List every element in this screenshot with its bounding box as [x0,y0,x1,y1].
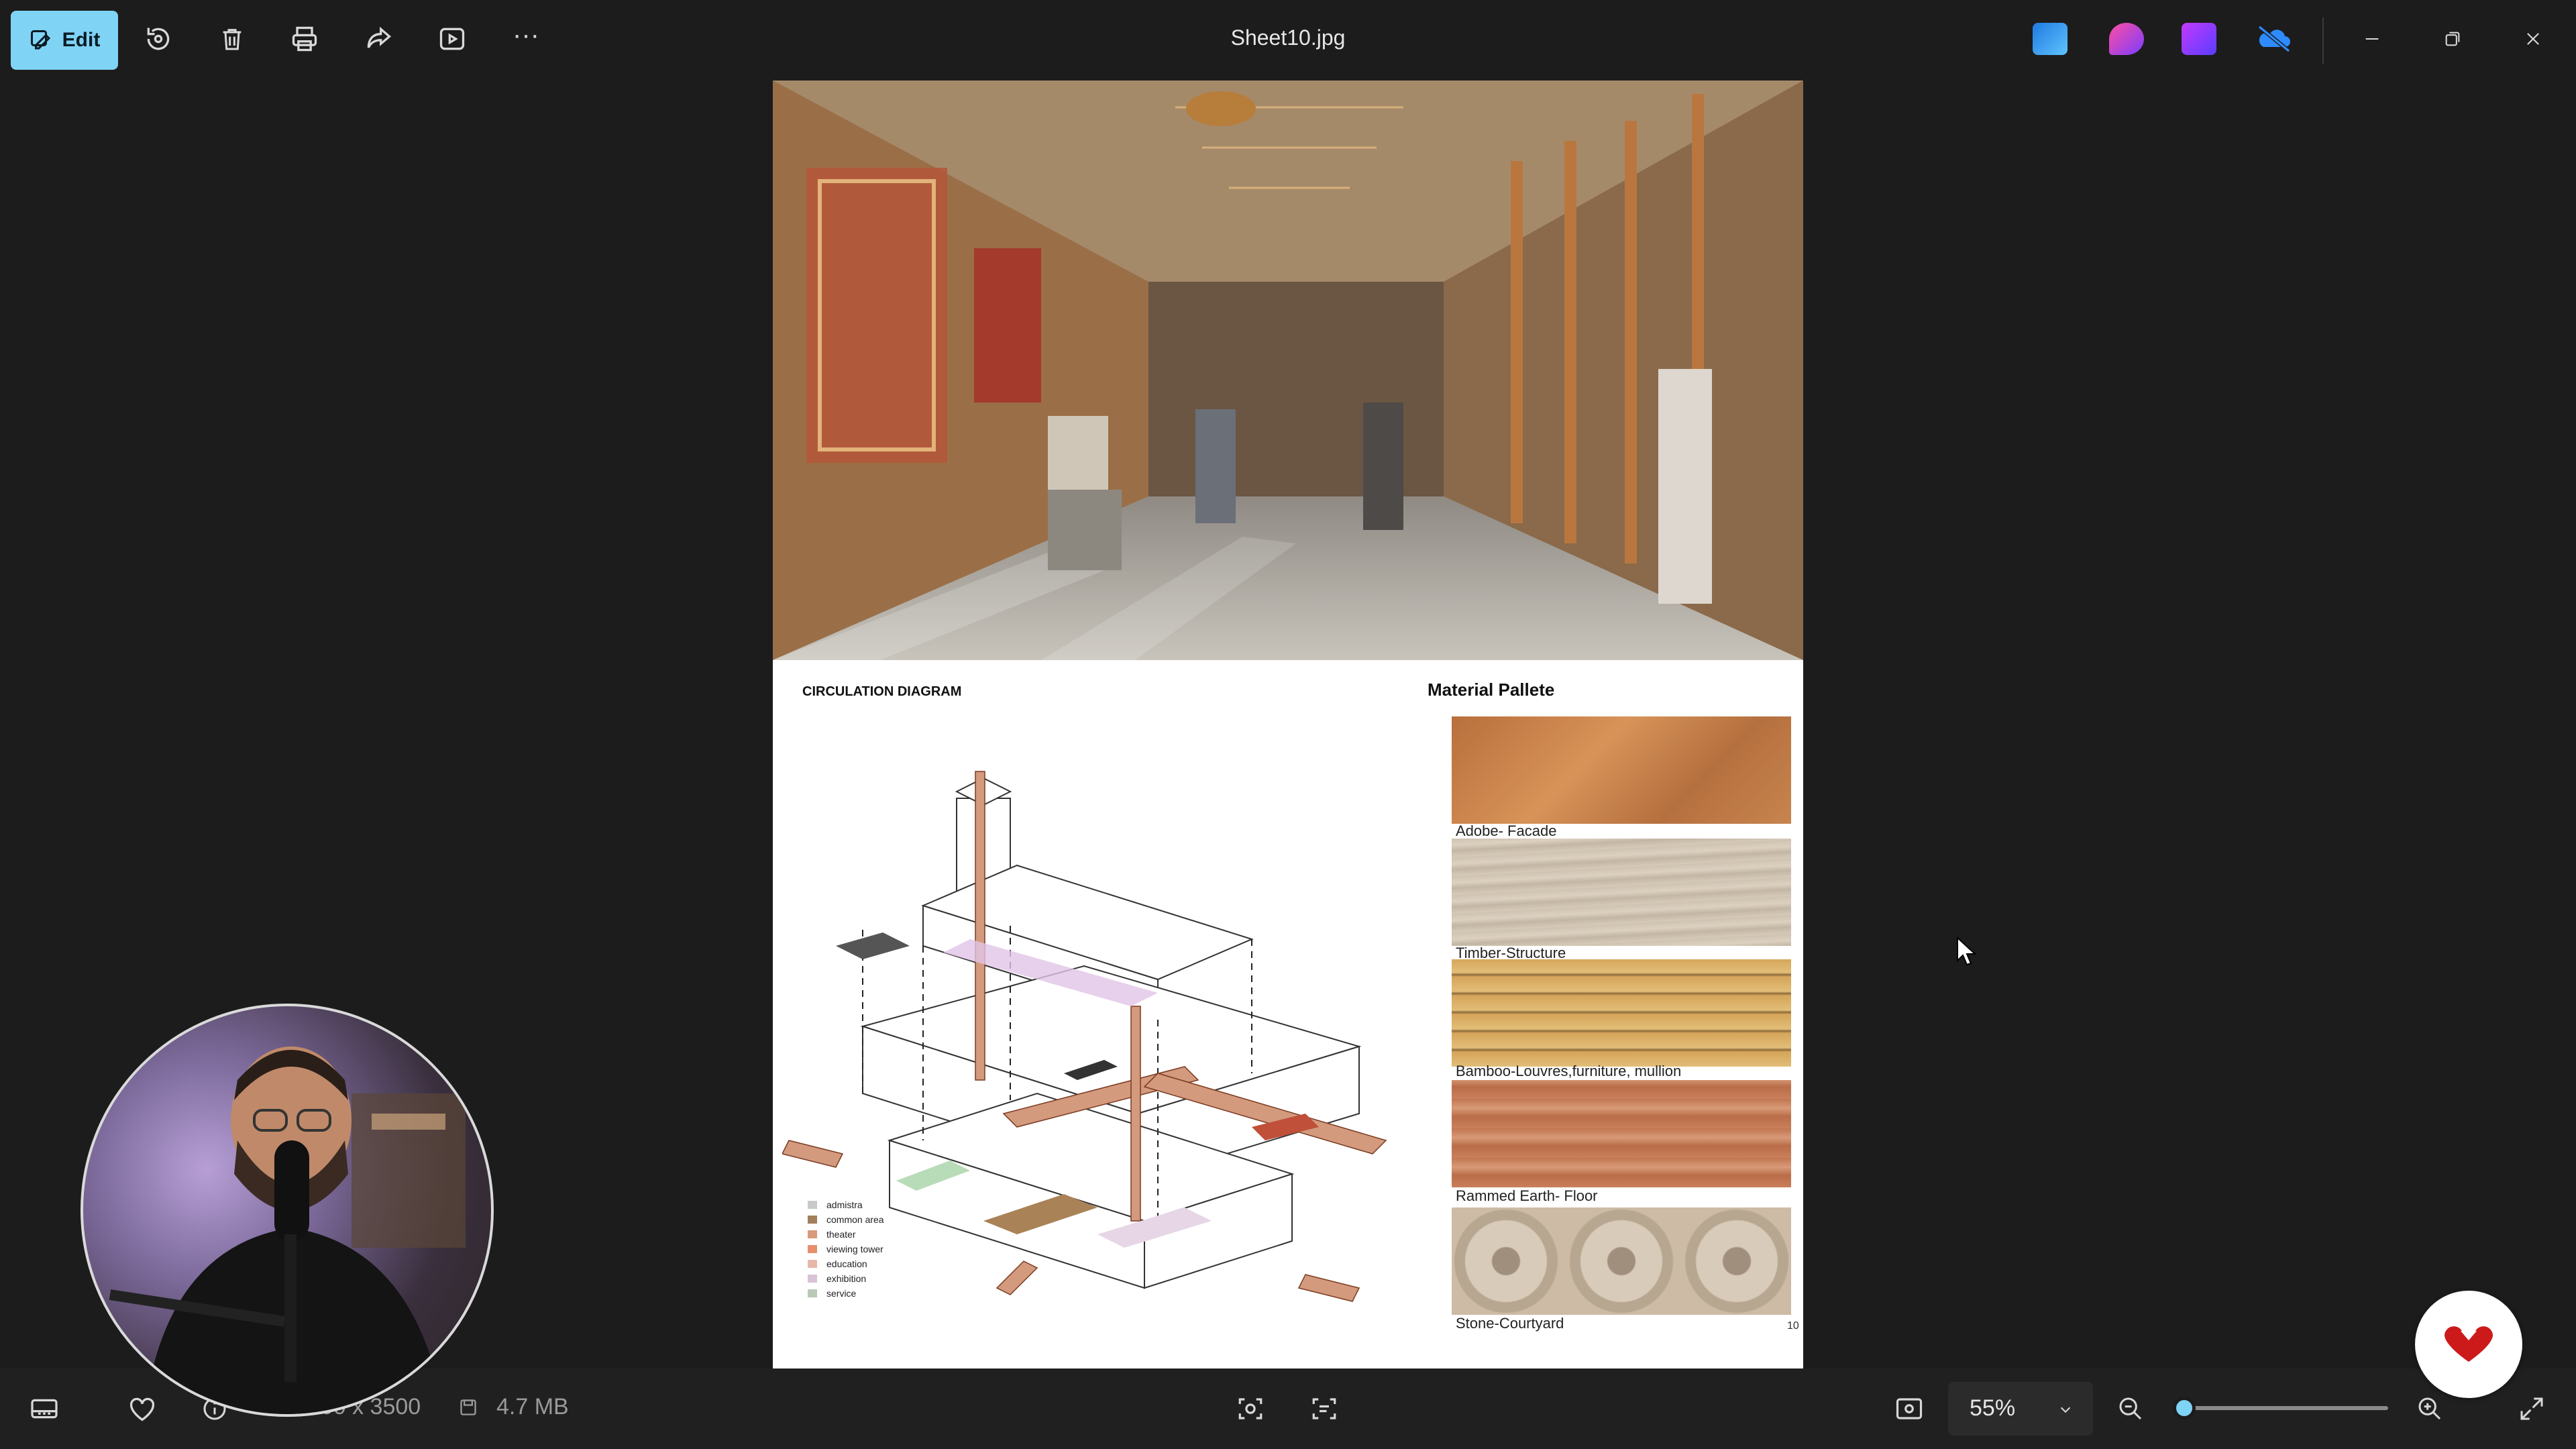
adobe-facade-label: Adobe- Facade [1456,822,1557,839]
copilot-app-icon[interactable] [2109,23,2144,55]
filmstrip-button[interactable] [24,1389,64,1429]
legend-item: service [808,1288,856,1299]
favorite-button[interactable] [122,1389,162,1429]
clipchamp-app-icon[interactable] [2182,23,2216,55]
zoom-dropdown[interactable]: 55% [1948,1382,2093,1436]
actual-size-button[interactable] [1889,1389,1929,1429]
legend-label: exhibition [826,1273,867,1284]
legend-item: education [808,1258,867,1269]
legend-swatch [808,1230,817,1238]
image-canvas[interactable]: CIRCULATION DIAGRAM Material Pallete Ado… [773,80,1803,1368]
circulation-axonometric-drawing [782,771,1387,1302]
rammed-earth-swatch [1452,1080,1791,1187]
top-toolbar: Edit ··· Sheet10.jpg [0,0,2576,79]
close-icon [2527,33,2539,45]
presenter-webcam-overlay [80,1004,494,1417]
zoom-slider[interactable] [2173,1397,2388,1419]
legend-swatch [808,1201,817,1209]
legend-label: common area [826,1214,884,1225]
legend-swatch [808,1245,817,1253]
heart-logo-icon [2445,1326,2493,1362]
legend-item: exhibition [808,1273,866,1284]
legend-swatch [808,1275,817,1283]
zoom-out-icon [2119,1397,2142,1420]
filmstrip-icon [31,1399,58,1419]
sheet-page-number: 10 [1787,1320,1799,1332]
stone-courtyard-label: Stone-Courtyard [1456,1315,1564,1332]
heart-icon [129,1397,155,1421]
circulation-diagram-title: CIRCULATION DIAGRAM [802,684,962,699]
legend-label: viewing tower [826,1244,883,1254]
legend-item: admistra [808,1199,863,1210]
zoom-in-button[interactable] [2410,1389,2450,1429]
legend-label: admistra [826,1199,863,1210]
material-palette-title: Material Pallete [1428,680,1555,700]
legend-swatch [808,1289,817,1297]
zoom-out-button[interactable] [2110,1389,2151,1429]
expand-icon [2520,1397,2543,1420]
fit-to-window-icon [1896,1398,1923,1419]
legend-label: theater [826,1229,856,1240]
scan-text-icon [1312,1398,1336,1419]
legend-swatch [808,1260,817,1268]
legend-item: common area [808,1214,884,1225]
restore-icon [2445,32,2460,46]
legend-swatch [808,1216,817,1224]
toolbar-separator [2322,17,2324,64]
full-screen-button[interactable] [2512,1389,2552,1429]
visual-search-button[interactable] [1230,1389,1271,1429]
legend-item: viewing tower [808,1244,883,1254]
bamboo-louvres-label: Bamboo-Louvres,furniture, mullion [1456,1063,1682,1079]
stone-courtyard-swatch [1452,1208,1791,1315]
close-button[interactable] [2513,20,2553,58]
legend-item: theater [808,1229,856,1240]
bamboo-louvres-swatch [1452,959,1791,1067]
scan-search-icon [1238,1398,1263,1419]
adobe-facade-swatch [1452,716,1791,824]
zoom-slider-thumb[interactable] [2173,1397,2196,1419]
designer-app-icon[interactable] [2033,23,2068,55]
chevron-down-icon [2060,1407,2071,1413]
zoom-in-icon [2418,1397,2441,1420]
restore-button[interactable] [2432,20,2473,58]
file-size: 4.7 MB [496,1394,569,1419]
rammed-earth-label: Rammed Earth- Floor [1456,1187,1598,1204]
minimize-button[interactable] [2352,20,2392,58]
save-disk-icon [460,1399,476,1415]
legend-label: service [826,1288,857,1299]
timber-structure-swatch [1452,839,1791,946]
mouse-cursor-icon [1957,936,1976,966]
legend-label: education [826,1258,867,1269]
zoom-level: 55% [1970,1395,2016,1421]
interior-render-image [773,80,1803,660]
onedrive-off-icon[interactable] [2255,23,2290,55]
scan-text-button[interactable] [1304,1389,1344,1429]
channel-logo-badge [2415,1291,2522,1398]
minimize-icon [2365,38,2379,40]
